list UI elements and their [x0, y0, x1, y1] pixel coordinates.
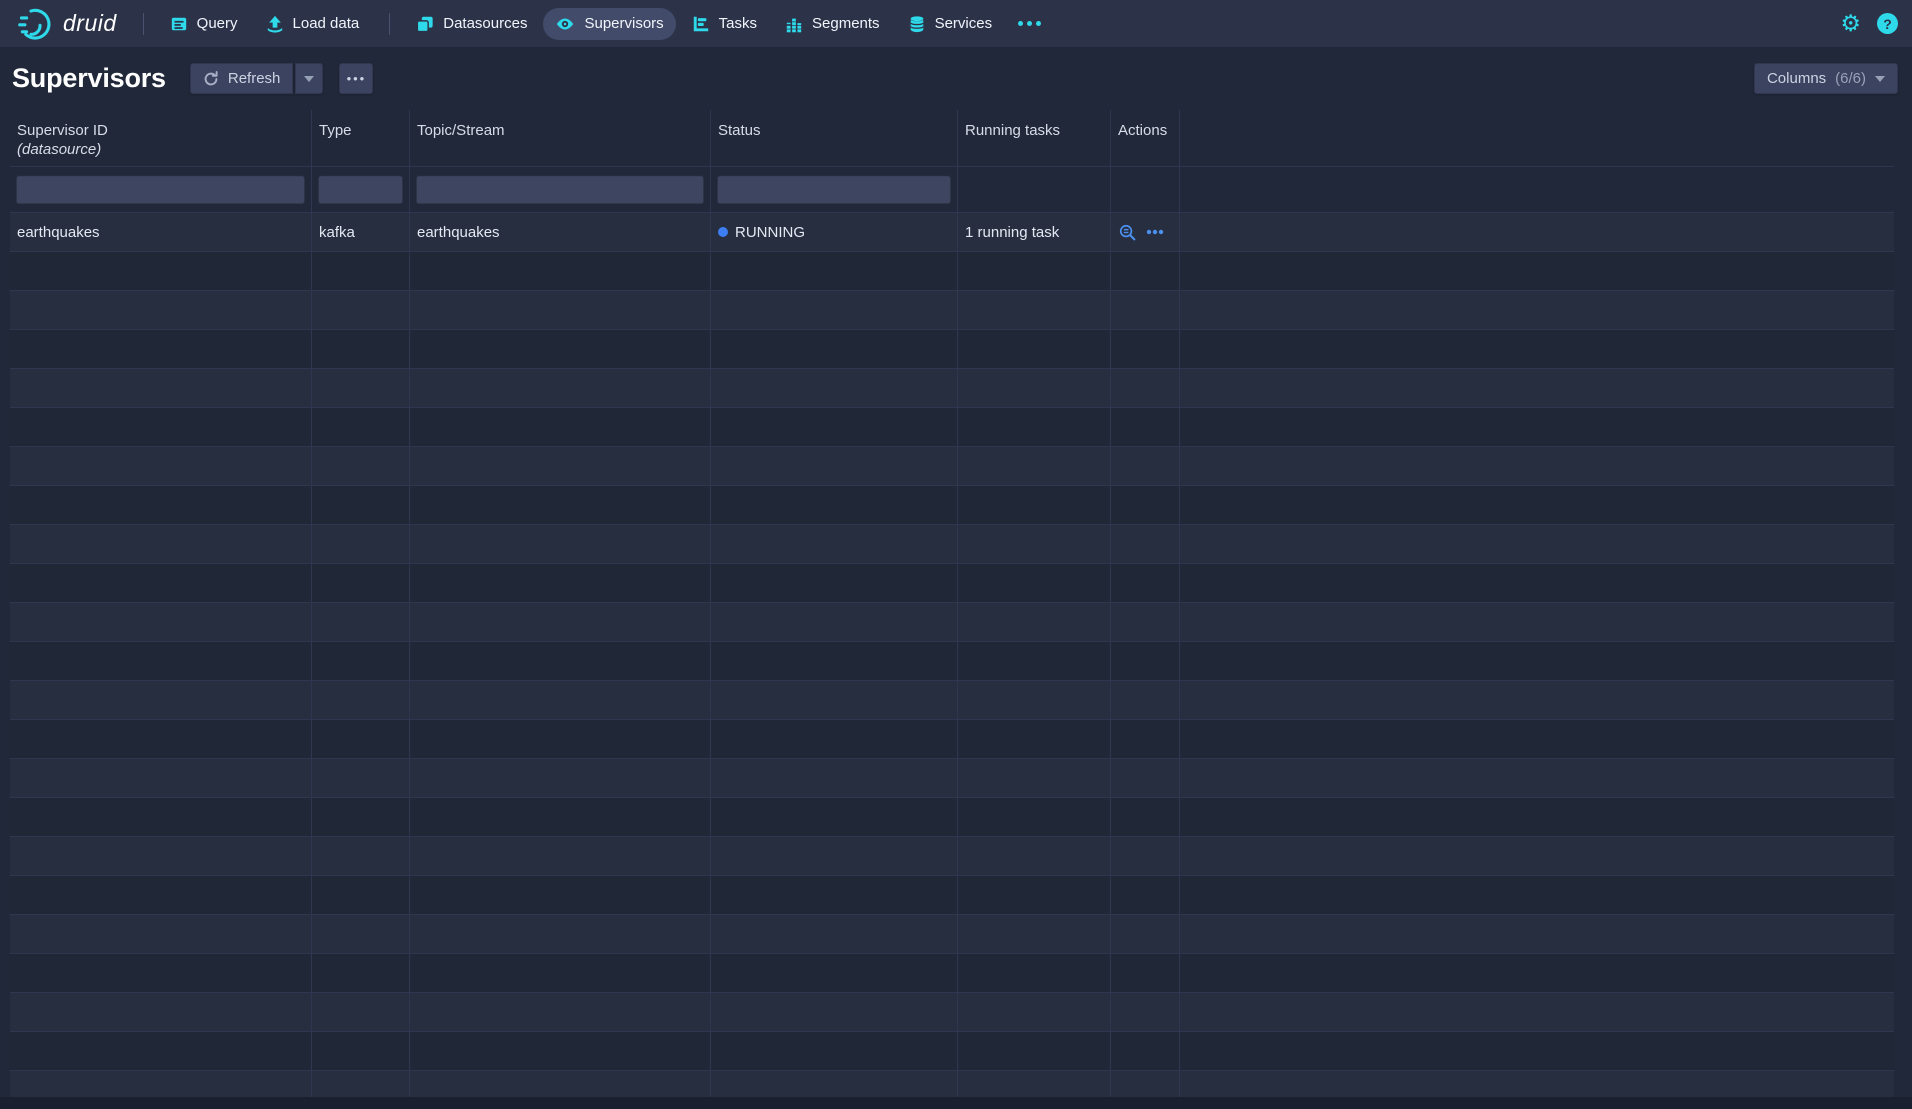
- page-title: Supervisors: [12, 63, 166, 94]
- tasks-icon: [692, 15, 710, 33]
- cell-running-tasks: 1 running task: [958, 213, 1111, 251]
- column-header-type[interactable]: Type: [312, 110, 410, 166]
- filter-input-status[interactable]: [717, 175, 951, 204]
- segments-icon: [785, 15, 803, 33]
- horizontal-scrollbar[interactable]: [0, 1097, 1912, 1109]
- filter-input-type[interactable]: [318, 175, 403, 204]
- column-header-spacer: [1180, 110, 1894, 166]
- refresh-label: Refresh: [228, 70, 281, 87]
- table-row-empty: [10, 798, 1894, 837]
- dot-icon: [1018, 21, 1023, 26]
- page-header: Supervisors Refresh ••• Columns (6/6): [0, 47, 1912, 110]
- table-row-empty: [10, 837, 1894, 876]
- druid-logo[interactable]: druid: [18, 5, 117, 43]
- query-icon: [170, 15, 188, 33]
- table-row-empty: [10, 525, 1894, 564]
- column-header-running-tasks[interactable]: Running tasks: [958, 110, 1111, 166]
- cell-status: RUNNING: [711, 213, 958, 251]
- table-row-empty: [10, 954, 1894, 993]
- table-row-empty: [10, 330, 1894, 369]
- ellipsis-icon: •••: [347, 71, 367, 86]
- column-header-supervisor-id[interactable]: Supervisor ID (datasource): [10, 110, 312, 166]
- more-actions-button[interactable]: •••: [339, 63, 373, 94]
- cell-topic-stream: earthquakes: [410, 213, 711, 251]
- nav-divider: [389, 13, 390, 35]
- column-header-status[interactable]: Status: [711, 110, 958, 166]
- dot-icon: [1036, 21, 1041, 26]
- nav-item-label: Load data: [293, 15, 360, 32]
- nav-item-label: Services: [935, 15, 993, 32]
- table-row-empty: [10, 252, 1894, 291]
- table-row-empty: [10, 447, 1894, 486]
- row-more-actions-icon[interactable]: [1146, 229, 1164, 235]
- nav-item-query[interactable]: Query: [158, 8, 250, 40]
- columns-count: (6/6): [1835, 70, 1866, 87]
- status-label: RUNNING: [735, 224, 805, 241]
- column-header-topic-stream[interactable]: Topic/Stream: [410, 110, 711, 166]
- table-filter-row: [10, 167, 1894, 213]
- gear-icon[interactable]: ⚙: [1840, 12, 1861, 35]
- chevron-down-icon: [1875, 76, 1885, 82]
- help-icon[interactable]: ?: [1877, 13, 1898, 34]
- nav-more-button[interactable]: [1008, 8, 1051, 40]
- filter-input-supervisor-id[interactable]: [16, 175, 305, 204]
- refresh-icon: [203, 71, 219, 87]
- table-row-empty: [10, 993, 1894, 1032]
- table-row-empty: [10, 720, 1894, 759]
- nav-item-tasks[interactable]: Tasks: [680, 8, 769, 40]
- nav-item-datasources[interactable]: Datasources: [404, 8, 539, 40]
- datasources-icon: [416, 15, 434, 33]
- table-row-empty: [10, 564, 1894, 603]
- nav-item-label: Query: [197, 15, 238, 32]
- table-row-empty: [10, 408, 1894, 447]
- column-header-sublabel: (datasource): [17, 140, 304, 159]
- druid-logo-icon: [18, 5, 56, 43]
- table-row-empty: [10, 1032, 1894, 1071]
- eye-icon: [555, 14, 575, 34]
- table-row-empty: [10, 759, 1894, 798]
- table-header-row: Supervisor ID (datasource) Type Topic/St…: [10, 110, 1894, 167]
- nav-divider: [143, 13, 144, 35]
- cell-type: kafka: [312, 213, 410, 251]
- dot-icon: [1027, 21, 1032, 26]
- table-row-empty: [10, 291, 1894, 330]
- nav-item-label: Tasks: [719, 15, 757, 32]
- table-row-empty: [10, 369, 1894, 408]
- columns-label: Columns: [1767, 70, 1826, 87]
- empty-rows-container: [10, 252, 1894, 1109]
- nav-item-label: Segments: [812, 15, 880, 32]
- logo-wordmark: druid: [63, 10, 117, 37]
- supervisors-table: Supervisor ID (datasource) Type Topic/St…: [10, 110, 1894, 1109]
- table-row-empty: [10, 642, 1894, 681]
- nav-item-segments[interactable]: Segments: [773, 8, 892, 40]
- nav-item-supervisors[interactable]: Supervisors: [543, 8, 675, 40]
- table-row-empty: [10, 681, 1894, 720]
- cell-supervisor-id: earthquakes: [10, 213, 312, 251]
- table-row-empty: [10, 876, 1894, 915]
- table-row-empty: [10, 915, 1894, 954]
- refresh-interval-dropdown[interactable]: [295, 63, 323, 94]
- table-row-empty: [10, 603, 1894, 642]
- cell-actions: [1111, 213, 1180, 251]
- services-icon: [908, 15, 926, 33]
- status-running-dot: [718, 227, 728, 237]
- refresh-button[interactable]: Refresh: [190, 63, 294, 94]
- magnifying-glass-icon[interactable]: [1118, 223, 1137, 242]
- filter-input-topic-stream[interactable]: [416, 175, 704, 204]
- chevron-down-icon: [304, 76, 314, 82]
- table-row-earthquakes[interactable]: earthquakes kafka earthquakes RUNNING 1 …: [10, 213, 1894, 252]
- nav-item-label: Datasources: [443, 15, 527, 32]
- top-nav-bar: druid Query Load data Datasources: [0, 0, 1912, 47]
- column-header-actions[interactable]: Actions: [1111, 110, 1180, 166]
- nav-item-services[interactable]: Services: [896, 8, 1005, 40]
- table-row-empty: [10, 486, 1894, 525]
- columns-dropdown[interactable]: Columns (6/6): [1754, 63, 1898, 94]
- nav-item-label: Supervisors: [584, 15, 663, 32]
- nav-item-load-data[interactable]: Load data: [254, 8, 372, 40]
- load-data-icon: [266, 15, 284, 33]
